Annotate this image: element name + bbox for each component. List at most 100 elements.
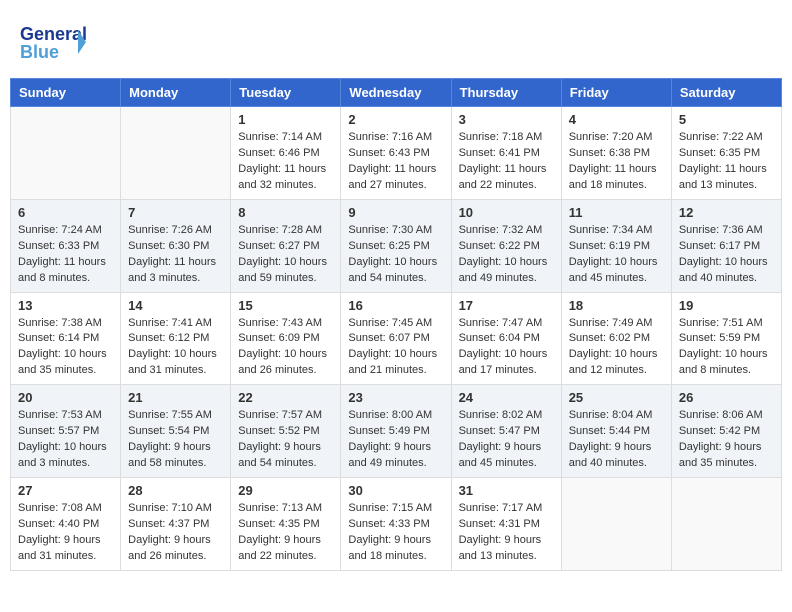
col-header-sunday: Sunday (11, 79, 121, 107)
day-number: 11 (569, 205, 664, 220)
week-row-5: 27 Sunrise: 7:08 AMSunset: 4:40 PMDayligh… (11, 478, 782, 571)
day-cell: 23 Sunrise: 8:00 AMSunset: 5:49 PMDayligh… (341, 385, 451, 478)
day-info: Sunrise: 8:06 AMSunset: 5:42 PMDaylight:… (679, 408, 774, 472)
day-info: Sunrise: 7:43 AMSunset: 6:09 PMDaylight:… (238, 316, 333, 380)
day-cell: 27 Sunrise: 7:08 AMSunset: 4:40 PMDayligh… (11, 478, 121, 571)
day-info: Sunrise: 7:55 AMSunset: 5:54 PMDaylight:… (128, 408, 223, 472)
day-info: Sunrise: 7:32 AMSunset: 6:22 PMDaylight:… (459, 223, 554, 287)
day-info: Sunrise: 7:08 AMSunset: 4:40 PMDaylight:… (18, 501, 113, 565)
day-number: 21 (128, 390, 223, 405)
day-info: Sunrise: 7:30 AMSunset: 6:25 PMDaylight:… (348, 223, 443, 287)
day-cell: 15 Sunrise: 7:43 AMSunset: 6:09 PMDayligh… (231, 292, 341, 385)
day-info: Sunrise: 7:45 AMSunset: 6:07 PMDaylight:… (348, 316, 443, 380)
day-cell: 19 Sunrise: 7:51 AMSunset: 5:59 PMDayligh… (671, 292, 781, 385)
day-info: Sunrise: 7:38 AMSunset: 6:14 PMDaylight:… (18, 316, 113, 380)
day-cell: 21 Sunrise: 7:55 AMSunset: 5:54 PMDayligh… (121, 385, 231, 478)
svg-text:General: General (20, 24, 87, 44)
day-cell: 10 Sunrise: 7:32 AMSunset: 6:22 PMDayligh… (451, 199, 561, 292)
day-cell: 1 Sunrise: 7:14 AMSunset: 6:46 PMDaylight… (231, 107, 341, 200)
day-info: Sunrise: 8:00 AMSunset: 5:49 PMDaylight:… (348, 408, 443, 472)
day-cell: 13 Sunrise: 7:38 AMSunset: 6:14 PMDayligh… (11, 292, 121, 385)
day-info: Sunrise: 7:15 AMSunset: 4:33 PMDaylight:… (348, 501, 443, 565)
day-info: Sunrise: 7:28 AMSunset: 6:27 PMDaylight:… (238, 223, 333, 287)
col-header-monday: Monday (121, 79, 231, 107)
day-number: 14 (128, 298, 223, 313)
day-cell: 5Sunrise: 7:22 AMSunset: 6:35 PMDaylight… (671, 107, 781, 200)
week-row-2: 6 Sunrise: 7:24 AMSunset: 6:33 PMDaylight… (11, 199, 782, 292)
day-cell: 8 Sunrise: 7:28 AMSunset: 6:27 PMDaylight… (231, 199, 341, 292)
day-cell: 16 Sunrise: 7:45 AMSunset: 6:07 PMDayligh… (341, 292, 451, 385)
day-number: 6 (18, 205, 113, 220)
col-header-friday: Friday (561, 79, 671, 107)
day-cell: 24Sunrise: 8:02 AMSunset: 5:47 PMDayligh… (451, 385, 561, 478)
day-cell: 22Sunrise: 7:57 AMSunset: 5:52 PMDayligh… (231, 385, 341, 478)
day-number: 17 (459, 298, 554, 313)
day-number: 4 (569, 112, 664, 127)
day-number: 18 (569, 298, 664, 313)
day-cell (11, 107, 121, 200)
day-number: 5 (679, 112, 774, 127)
day-info: Sunrise: 7:57 AMSunset: 5:52 PMDaylight:… (238, 408, 333, 472)
day-info: Sunrise: 7:26 AMSunset: 6:30 PMDaylight:… (128, 223, 223, 287)
page-header: GeneralBlue (10, 10, 782, 70)
day-number: 1 (238, 112, 333, 127)
day-info: Sunrise: 7:53 AMSunset: 5:57 PMDaylight:… (18, 408, 113, 472)
day-number: 26 (679, 390, 774, 405)
logo: GeneralBlue (20, 20, 90, 65)
day-info: Sunrise: 7:34 AMSunset: 6:19 PMDaylight:… (569, 223, 664, 287)
day-number: 7 (128, 205, 223, 220)
day-number: 10 (459, 205, 554, 220)
col-header-wednesday: Wednesday (341, 79, 451, 107)
day-number: 16 (348, 298, 443, 313)
day-info: Sunrise: 8:04 AMSunset: 5:44 PMDaylight:… (569, 408, 664, 472)
day-info: Sunrise: 7:47 AMSunset: 6:04 PMDaylight:… (459, 316, 554, 380)
day-number: 19 (679, 298, 774, 313)
col-header-saturday: Saturday (671, 79, 781, 107)
day-number: 12 (679, 205, 774, 220)
day-cell: 7 Sunrise: 7:26 AMSunset: 6:30 PMDaylight… (121, 199, 231, 292)
day-number: 29 (238, 483, 333, 498)
day-number: 13 (18, 298, 113, 313)
day-cell: 3Sunrise: 7:18 AMSunset: 6:41 PMDaylight… (451, 107, 561, 200)
day-info: Sunrise: 7:41 AMSunset: 6:12 PMDaylight:… (128, 316, 223, 380)
day-info: Sunrise: 7:10 AMSunset: 4:37 PMDaylight:… (128, 501, 223, 565)
day-cell: 9 Sunrise: 7:30 AMSunset: 6:25 PMDaylight… (341, 199, 451, 292)
day-cell: 18Sunrise: 7:49 AMSunset: 6:02 PMDayligh… (561, 292, 671, 385)
day-cell: 30 Sunrise: 7:15 AMSunset: 4:33 PMDayligh… (341, 478, 451, 571)
day-number: 25 (569, 390, 664, 405)
day-info: Sunrise: 7:51 AMSunset: 5:59 PMDaylight:… (679, 316, 774, 380)
day-cell: 17 Sunrise: 7:47 AMSunset: 6:04 PMDayligh… (451, 292, 561, 385)
day-cell (671, 478, 781, 571)
day-number: 8 (238, 205, 333, 220)
svg-text:Blue: Blue (20, 42, 59, 62)
day-cell: 2 Sunrise: 7:16 AMSunset: 6:43 PMDaylight… (341, 107, 451, 200)
week-row-4: 20 Sunrise: 7:53 AMSunset: 5:57 PMDayligh… (11, 385, 782, 478)
day-number: 9 (348, 205, 443, 220)
day-cell: 20 Sunrise: 7:53 AMSunset: 5:57 PMDayligh… (11, 385, 121, 478)
day-number: 27 (18, 483, 113, 498)
col-header-tuesday: Tuesday (231, 79, 341, 107)
day-number: 31 (459, 483, 554, 498)
day-number: 3 (459, 112, 554, 127)
day-number: 20 (18, 390, 113, 405)
calendar-table: SundayMondayTuesdayWednesdayThursdayFrid… (10, 78, 782, 571)
day-cell: 4Sunrise: 7:20 AMSunset: 6:38 PMDaylight… (561, 107, 671, 200)
day-cell (561, 478, 671, 571)
day-number: 30 (348, 483, 443, 498)
day-info: Sunrise: 7:14 AMSunset: 6:46 PMDaylight:… (238, 130, 333, 194)
week-row-1: 1 Sunrise: 7:14 AMSunset: 6:46 PMDaylight… (11, 107, 782, 200)
day-info: Sunrise: 7:24 AMSunset: 6:33 PMDaylight:… (18, 223, 113, 287)
day-number: 2 (348, 112, 443, 127)
day-cell: 31Sunrise: 7:17 AMSunset: 4:31 PMDayligh… (451, 478, 561, 571)
day-cell: 29 Sunrise: 7:13 AMSunset: 4:35 PMDayligh… (231, 478, 341, 571)
day-number: 23 (348, 390, 443, 405)
day-number: 24 (459, 390, 554, 405)
col-header-thursday: Thursday (451, 79, 561, 107)
day-cell: 25 Sunrise: 8:04 AMSunset: 5:44 PMDayligh… (561, 385, 671, 478)
day-info: Sunrise: 7:16 AMSunset: 6:43 PMDaylight:… (348, 130, 443, 194)
day-cell: 28 Sunrise: 7:10 AMSunset: 4:37 PMDayligh… (121, 478, 231, 571)
day-number: 28 (128, 483, 223, 498)
day-cell (121, 107, 231, 200)
day-info: Sunrise: 7:13 AMSunset: 4:35 PMDaylight:… (238, 501, 333, 565)
day-number: 15 (238, 298, 333, 313)
